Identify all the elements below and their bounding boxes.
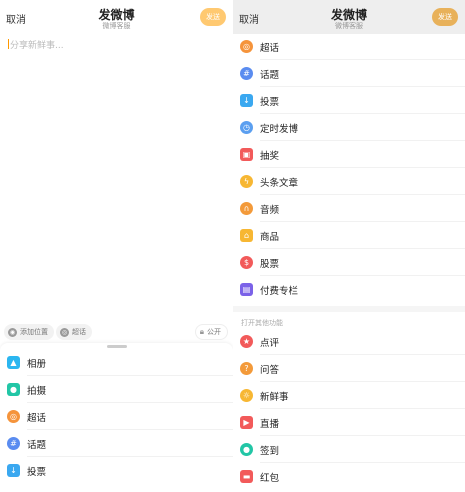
header-bar: 取消 发微博 微博客服 发送 [0,0,233,34]
menu-item-album[interactable]: ▲ 相册 [0,349,233,376]
hashtag-icon: # [7,437,20,450]
lock-icon: 🔒︎ [199,327,204,336]
location-pin-icon: ◉ [8,327,17,337]
sheet-drag-handle[interactable] [107,345,127,348]
menu-item-stock[interactable]: $ 股票 [233,249,465,276]
super-topic-icon: ◎ [240,40,253,53]
menu-item-label: 投票 [260,96,280,108]
menu-item-scheduled-post[interactable]: ◷ 定时发博 [233,114,465,141]
menu-item-label: 拍摄 [27,385,47,397]
menu-item-red-packet[interactable]: ▬ 红包 [233,463,465,490]
lightning-icon: ϟ [240,175,253,188]
menu-item-audio[interactable]: ∩ 音频 [233,195,465,222]
menu-item-label: 红包 [260,472,280,484]
super-topic-label: 超话 [72,328,86,336]
menu-item-review[interactable]: ★ 点评 [233,328,465,355]
location-pin-icon: ● [240,443,253,456]
menu-item-label: 头条文章 [260,177,299,189]
menu-item-label: 话题 [27,439,47,451]
dollar-icon: $ [240,256,253,269]
send-button[interactable]: 发送 [432,8,458,26]
menu-item-super-topic[interactable]: ◎ 超话 [0,403,233,430]
menu-item-camera[interactable]: ● 拍摄 [0,376,233,403]
menu-item-super-topic[interactable]: ◎ 超话 [233,33,465,60]
menu-item-label: 股票 [260,258,280,270]
menu-item-label: 商品 [260,231,280,243]
other-features-label: 打开其他功能 [241,319,283,327]
send-button[interactable]: 发送 [200,8,226,26]
menu-item-topic[interactable]: # 话题 [233,60,465,87]
tools-sheet: ▲ 相册 ● 拍摄 ◎ 超话 # 话题 ↓ 投票 [0,343,233,492]
visibility-button[interactable]: 🔒︎ 公开 [194,324,228,340]
add-location-button[interactable]: ◉ 添加位置 [4,324,54,340]
hashtag-icon: # [240,67,253,80]
page-subtitle: 微博客服 [102,22,131,30]
section-divider [233,306,465,312]
menu-item-paid-column[interactable]: ▤ 付费专栏 [233,276,465,303]
menu-item-live[interactable]: ▶ 直播 [233,409,465,436]
menu-item-topic[interactable]: # 话题 [0,430,233,457]
menu-item-vote[interactable]: ↓ 投票 [0,457,233,484]
compose-screen-left: 取消 发微博 微博客服 发送 分享新鲜事... ◉ 添加位置 ◎ 超话 🔒︎ 公… [0,0,233,492]
paid-column-icon: ▤ [240,283,253,296]
menu-item-label: 定时发博 [260,123,299,135]
gift-icon: ▣ [240,148,253,161]
question-icon: ? [240,362,253,375]
compose-chips: ◉ 添加位置 ◎ 超话 🔒︎ 公开 [0,324,233,342]
add-location-label: 添加位置 [20,328,48,336]
menu-item-label: 付费专栏 [260,285,299,297]
shopping-bag-icon: ⌂ [240,229,253,242]
compose-input[interactable]: 分享新鲜事... [8,38,64,51]
super-topic-button[interactable]: ◎ 超话 [56,324,92,340]
sun-icon: ☼ [240,389,253,402]
menu-item-label: 超话 [27,412,47,424]
camera-icon: ● [7,383,20,396]
vote-icon: ↓ [240,94,253,107]
menu-item-label: 相册 [27,358,47,370]
headphones-icon: ∩ [240,202,253,215]
menu-item-qa[interactable]: ? 问答 [233,355,465,382]
menu-item-article[interactable]: ϟ 头条文章 [233,168,465,195]
menu-item-goods[interactable]: ⌂ 商品 [233,222,465,249]
menu-item-vote[interactable]: ↓ 投票 [233,87,465,114]
menu-item-label: 音频 [260,204,280,216]
super-topic-icon: ◎ [7,410,20,423]
header-bar: 取消 发微博 微博客服 发送 [233,0,465,34]
menu-item-check-in[interactable]: ● 签到 [233,436,465,463]
menu-item-lottery[interactable]: ▣ 抽奖 [233,141,465,168]
red-packet-icon: ▬ [240,470,253,483]
menu-item-label: 问答 [260,364,280,376]
star-icon: ★ [240,335,253,348]
compose-placeholder: 分享新鲜事... [10,41,64,51]
menu-item-label: 话题 [260,69,280,81]
menu-item-label: 新鲜事 [260,391,289,403]
compose-screen-right: 取消 发微博 微博客服 发送 ◎ 超话 # 话题 ↓ 投票 ◷ 定时发博 ▣ 抽… [233,0,465,492]
menu-item-news[interactable]: ☼ 新鲜事 [233,382,465,409]
visibility-label: 公开 [207,328,221,336]
super-topic-icon: ◎ [60,327,69,337]
menu-item-label: 抽奖 [260,150,280,162]
text-cursor [8,39,9,49]
menu-item-label: 直播 [260,418,280,430]
menu-item-label: 投票 [27,466,47,478]
menu-item-label: 超话 [260,42,280,54]
menu-item-label: 点评 [260,337,280,349]
menu-item-label: 签到 [260,445,280,457]
vote-icon: ↓ [7,464,20,477]
page-subtitle: 微博客服 [335,22,363,30]
photo-album-icon: ▲ [7,356,20,369]
video-icon: ▶ [240,416,253,429]
clock-icon: ◷ [240,121,253,134]
